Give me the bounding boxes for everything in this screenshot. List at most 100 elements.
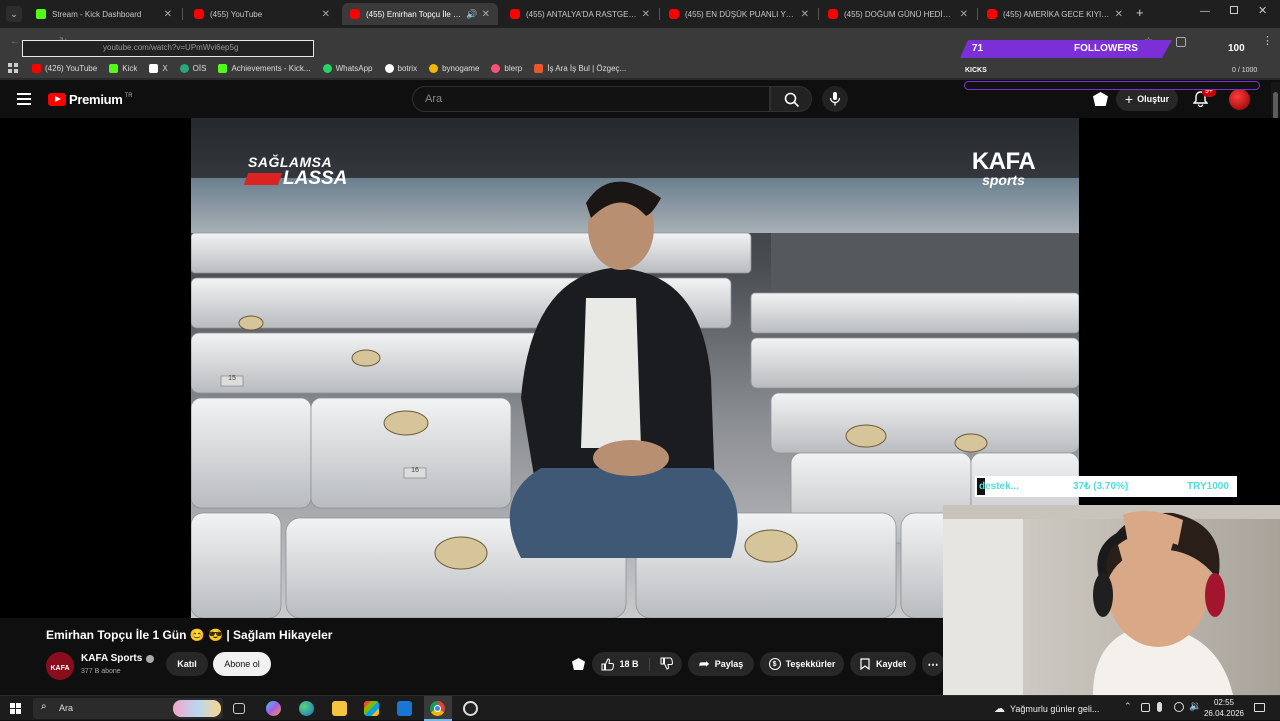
channel-avatar[interactable]: KAFA (46, 652, 74, 680)
close-tab-icon[interactable]: ✕ (1115, 9, 1123, 20)
search-button[interactable] (770, 86, 812, 112)
kicks-progress-text: 0 / 1000 (1232, 67, 1258, 74)
copilot-icon[interactable] (266, 701, 281, 716)
new-tab-button[interactable]: + (1136, 5, 1144, 20)
more-dots-icon: ⋯ (927, 658, 939, 671)
tab-emirhan-video[interactable]: (455) Emirhan Topçu İle 1 G 🔊 ✕ (342, 3, 498, 25)
youtube-premium-logo[interactable]: Premium TR (48, 92, 133, 107)
tab-yurt-video[interactable]: (455) EN DÜŞÜK PUANLI YURT ✕ (661, 3, 817, 25)
bookmark-job[interactable]: İş Ara İş Bul | Özgeç... (534, 63, 626, 73)
menu-dots-icon[interactable]: ⋮ (1262, 34, 1273, 47)
taskbar-search-box[interactable]: ⌕ Ara (33, 698, 223, 719)
tray-app-icon[interactable] (1141, 703, 1150, 712)
youtube-icon (828, 9, 838, 19)
subscriber-count: 377 B abone (81, 668, 121, 675)
notification-center-icon[interactable] (1254, 703, 1265, 712)
bookmark-ois[interactable]: OİS (179, 63, 206, 73)
more-actions-button[interactable]: ⋯ (922, 652, 944, 676)
bookmark-youtube[interactable]: (426) YouTube (32, 63, 97, 73)
kick-icon (109, 63, 119, 73)
thumbs-up-icon (601, 657, 615, 670)
file-explorer-icon[interactable] (332, 701, 347, 716)
join-button[interactable]: Katıl (166, 652, 208, 676)
task-view-icon[interactable] (233, 703, 245, 714)
chrome-taskbar-button[interactable] (424, 696, 452, 721)
minimize-icon[interactable]: — (1200, 6, 1210, 17)
close-tab-icon[interactable]: ✕ (960, 9, 968, 20)
tab-search-button[interactable]: ⌄ (6, 6, 22, 22)
x-icon (149, 63, 159, 73)
close-tab-icon[interactable]: ✕ (482, 9, 490, 20)
share-arrow-icon: ➦ (698, 656, 710, 671)
thanks-dollar-icon: $ (768, 658, 781, 670)
kicks-label: KICKS (965, 67, 987, 74)
ai-sparkle-icon[interactable] (572, 658, 585, 670)
youtube-play-icon (48, 93, 66, 106)
apps-grid-icon[interactable] (8, 63, 18, 73)
close-tab-icon[interactable]: ✕ (801, 9, 809, 20)
channel-name[interactable]: KAFA Sports (81, 653, 155, 664)
microphone-icon (829, 92, 841, 106)
close-tab-icon[interactable]: ✕ (164, 9, 172, 20)
premium-badge-icon[interactable] (1093, 92, 1108, 106)
kafa-sports-watermark: KAFA sports (971, 148, 1036, 189)
lassa-brand-overlay: SAĞLAMSA LASSA (243, 154, 347, 190)
kick-icon (36, 9, 46, 19)
bookmark-blerp[interactable]: blerp (491, 63, 522, 73)
save-bookmark-icon (860, 658, 870, 670)
like-button[interactable]: 18 B (601, 657, 650, 671)
network-icon[interactable] (1174, 702, 1184, 712)
dislike-button[interactable] (650, 657, 673, 672)
subscribe-button[interactable]: Abone ol (213, 652, 271, 676)
restore-icon[interactable] (1230, 6, 1238, 14)
verified-check-icon (146, 654, 155, 663)
seat-number: 16 (411, 467, 419, 474)
kicks-progress-bar (964, 81, 1260, 90)
windows-start-icon[interactable] (10, 703, 21, 714)
tab-dogum-gunu-video[interactable]: (455) DOĞUM GÜNÜ HEDİYELİ ✕ (820, 3, 976, 25)
windows-taskbar: ⌕ Ara ☁ Yağmurlu günler geli... ⌃ 🔉 02:5… (0, 695, 1280, 721)
edge-icon[interactable] (299, 701, 314, 716)
thanks-button[interactable]: $ Teşekkürler (760, 652, 844, 676)
bookmark-kick[interactable]: Kick (109, 63, 137, 73)
clock[interactable]: 02:55 26.04.2026 (1200, 697, 1248, 719)
donation-label: destek... (979, 481, 1020, 492)
close-window-icon[interactable]: ✕ (1258, 4, 1267, 17)
browser-tab-strip: ⌄ Stream - Kick Dashboard ✕ (455) YouTub… (0, 0, 1280, 28)
tab-amerika-video[interactable]: (455) AMERİKA GECE KIYINTISI ✕ (979, 3, 1131, 25)
tab-kick-dashboard[interactable]: Stream - Kick Dashboard ✕ (28, 3, 180, 25)
youtube-icon (194, 9, 204, 19)
share-button[interactable]: ➦ Paylaş (688, 652, 754, 676)
close-tab-icon[interactable]: ✕ (642, 9, 650, 20)
bookmark-x[interactable]: X (149, 63, 168, 73)
hamburger-menu-icon[interactable] (17, 93, 31, 105)
search-input[interactable]: Ara (412, 86, 770, 112)
tray-chevron-icon[interactable]: ⌃ (1124, 701, 1132, 712)
voice-search-button[interactable] (822, 86, 848, 112)
bookmark-botrix[interactable]: botrix (384, 63, 417, 73)
address-bar[interactable]: youtube.com/watch?v=UPmWvi6ep5g (22, 40, 314, 57)
bookmark-whatsapp[interactable]: WhatsApp (322, 63, 373, 73)
microsoft-store-icon[interactable] (364, 701, 379, 716)
obs-icon[interactable] (463, 701, 478, 716)
save-button[interactable]: Kaydet (850, 652, 916, 676)
weather-widget[interactable]: ☁ Yağmurlu günler geli... (994, 702, 1099, 715)
rain-cloud-icon: ☁ (994, 703, 1005, 715)
thumbs-down-icon (660, 657, 673, 670)
speaker-icon[interactable]: 🔊 (466, 9, 477, 20)
tab-youtube[interactable]: (455) YouTube ✕ (186, 3, 338, 25)
followers-goal: 100 (1228, 43, 1245, 54)
mail-icon[interactable] (397, 701, 412, 716)
kick-icon (218, 63, 228, 73)
whatsapp-icon (322, 63, 332, 73)
bookmark-achievements[interactable]: Achievements - Kick... (218, 63, 311, 73)
avatar[interactable] (1229, 89, 1250, 110)
bynogame-icon (429, 63, 439, 73)
plus-icon: + (1124, 91, 1134, 107)
microphone-icon[interactable] (1157, 702, 1162, 712)
back-icon[interactable]: ← (10, 36, 20, 47)
close-tab-icon[interactable]: ✕ (322, 9, 330, 20)
tab-antalya-video[interactable]: (455) ANTALYA'DA RASTGELE M ✕ (502, 3, 658, 25)
notifications-button[interactable]: 9+ (1192, 87, 1216, 112)
bookmark-bynogame[interactable]: bynogame (429, 63, 479, 73)
